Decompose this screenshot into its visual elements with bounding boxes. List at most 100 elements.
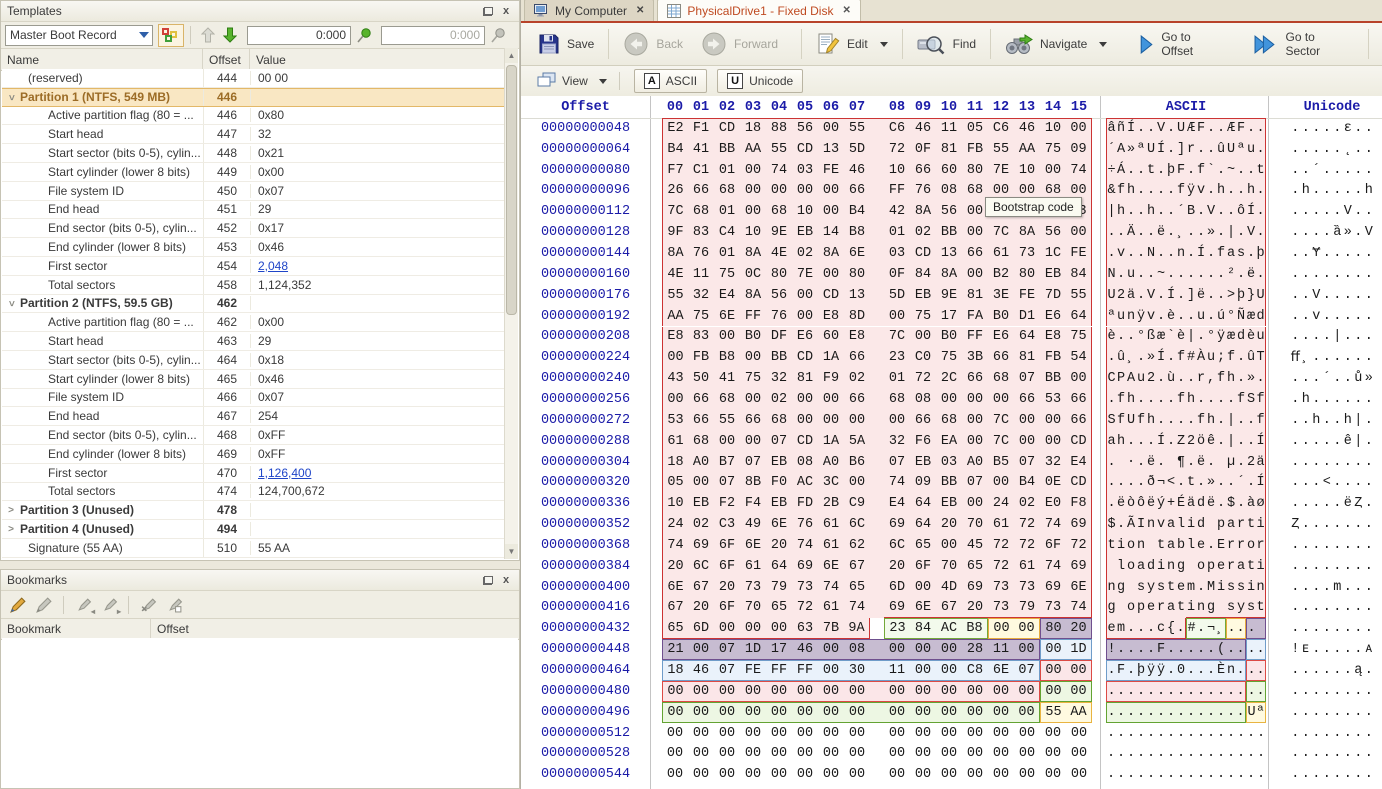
ascii-char-cell[interactable]: . (1186, 452, 1196, 473)
unicode-char-cell[interactable]: . (1290, 452, 1301, 473)
unicode-char-cell[interactable]: . (1364, 618, 1375, 639)
ascii-char-cell[interactable]: . (1156, 389, 1166, 410)
unicode-char-cell[interactable]: . (1364, 431, 1375, 452)
ascii-char-cell[interactable]: . (1206, 744, 1216, 765)
unicode-char-cell[interactable]: . (1290, 702, 1301, 723)
hex-byte-cell[interactable]: 8A (662, 243, 688, 264)
hex-byte-cell[interactable]: 00 (740, 181, 766, 202)
ascii-char-cell[interactable]: B (1186, 201, 1196, 222)
ascii-char-cell[interactable]: . (1186, 702, 1196, 723)
unicode-char-cell[interactable]: . (1311, 472, 1322, 493)
ascii-char-cell[interactable]: . (1256, 681, 1266, 702)
hex-byte-cell[interactable]: 10 (1040, 118, 1066, 139)
hex-byte-cell[interactable]: 9F (662, 222, 688, 243)
ascii-char-cell[interactable]: . (1186, 764, 1196, 785)
hex-byte-cell[interactable]: FB (962, 139, 988, 160)
ascii-char-cell[interactable]: . (1126, 681, 1136, 702)
unicode-char-cell[interactable]: . (1353, 618, 1364, 639)
hex-byte-cell[interactable]: 00 (962, 431, 988, 452)
hex-byte-cell[interactable]: 13 (936, 243, 962, 264)
ascii-char-cell[interactable]: . (1186, 639, 1196, 660)
ascii-char-cell[interactable]: . (1166, 201, 1176, 222)
ascii-char-cell[interactable]: f (1226, 347, 1236, 368)
unicode-char-cell[interactable]: . (1364, 410, 1375, 431)
unicode-char-cell[interactable]: . (1343, 723, 1354, 744)
ascii-char-cell[interactable]: Æ (1186, 118, 1196, 139)
unicode-char-cell[interactable]: . (1343, 618, 1354, 639)
unicode-char-cell[interactable]: . (1322, 660, 1333, 681)
unicode-char-cell[interactable]: . (1343, 535, 1354, 556)
hex-byte-cell[interactable]: 76 (766, 306, 792, 327)
ascii-char-cell[interactable]: . (1116, 222, 1126, 243)
hex-byte-cell[interactable]: EB (936, 493, 962, 514)
hex-byte-cell[interactable]: 61 (818, 514, 844, 535)
hex-byte-cell[interactable]: 66 (688, 181, 714, 202)
ascii-char-cell[interactable]: . (1136, 472, 1146, 493)
hex-byte-cell[interactable]: 00 (688, 702, 714, 723)
ascii-char-cell[interactable]: . (1106, 702, 1116, 723)
unicode-char-cell[interactable]: . (1311, 514, 1322, 535)
hex-byte-cell[interactable]: 00 (1066, 118, 1092, 139)
ascii-char-cell[interactable]: . (1236, 160, 1246, 181)
hex-byte-cell[interactable]: 17 (766, 639, 792, 660)
hex-byte-cell[interactable]: EB (792, 222, 818, 243)
ascii-char-cell[interactable]: . (1156, 702, 1166, 723)
expand-icon[interactable]: > (2, 524, 20, 535)
hex-byte-cell[interactable]: 72 (988, 535, 1014, 556)
hex-byte-cell[interactable]: B5 (988, 452, 1014, 473)
hex-byte-cell[interactable]: 9E (766, 222, 792, 243)
unicode-char-cell[interactable]: . (1364, 723, 1375, 744)
template-row[interactable]: File system ID4660x07 (2, 389, 505, 408)
unicode-char-cell[interactable]: . (1322, 702, 1333, 723)
hex-byte-cell[interactable]: B4 (844, 201, 870, 222)
unicode-char-cell[interactable]: . (1353, 243, 1364, 264)
unicode-char-cell[interactable]: . (1290, 118, 1301, 139)
hex-byte-cell[interactable]: 11 (936, 118, 962, 139)
ascii-char-cell[interactable]: . (1126, 160, 1136, 181)
hex-byte-cell[interactable]: 75 (910, 306, 936, 327)
ascii-char-cell[interactable]: . (1226, 639, 1236, 660)
tab-my-computer[interactable]: My Computer ✕ (524, 0, 654, 21)
hex-byte-cell[interactable]: 72 (988, 556, 1014, 577)
unicode-char-cell[interactable]: ů (1353, 368, 1364, 389)
hex-byte-cell[interactable]: 00 (962, 744, 988, 765)
unicode-char-cell[interactable]: . (1290, 222, 1301, 243)
hex-byte-cell[interactable]: 00 (766, 764, 792, 785)
hex-byte-cell[interactable]: 00 (936, 723, 962, 744)
unicode-char-cell[interactable]: . (1290, 243, 1301, 264)
template-offset-input-2[interactable]: 0:000 (381, 26, 485, 45)
templates-scrollbar[interactable]: ▲ ▼ (504, 48, 518, 559)
ascii-char-cell[interactable]: h (1146, 410, 1156, 431)
unicode-char-cell[interactable]: ԑ (1343, 118, 1354, 139)
unicode-char-cell[interactable]: . (1301, 598, 1312, 619)
hex-byte-cell[interactable]: 8A (818, 243, 844, 264)
ascii-char-cell[interactable]: . (1136, 431, 1146, 452)
ascii-char-cell[interactable]: . (1176, 723, 1186, 744)
ascii-char-cell[interactable]: f (1176, 181, 1186, 202)
unicode-char-cell[interactable]: . (1301, 493, 1312, 514)
hex-byte-cell[interactable]: 00 (1040, 723, 1066, 744)
ascii-char-cell[interactable]: f (1136, 410, 1146, 431)
ascii-char-cell[interactable]: U (1126, 410, 1136, 431)
hex-byte-cell[interactable]: 00 (792, 306, 818, 327)
ascii-char-cell[interactable]: . (1176, 681, 1186, 702)
ascii-char-cell[interactable]: a (1106, 431, 1116, 452)
hex-byte-cell[interactable]: 00 (792, 389, 818, 410)
hex-byte-cell[interactable]: 32 (766, 368, 792, 389)
template-row[interactable]: >Partition 2 (NTFS, 59.5 GB)462 (2, 295, 505, 314)
ascii-char-cell[interactable]: m (1116, 618, 1126, 639)
ascii-char-cell[interactable]: V (1156, 118, 1166, 139)
ascii-char-cell[interactable]: . (1166, 681, 1176, 702)
ascii-char-cell[interactable]: . (1256, 201, 1266, 222)
add-bookmark-button[interactable] (5, 593, 31, 616)
hex-byte-cell[interactable]: 13 (844, 285, 870, 306)
ascii-char-cell[interactable]: . (1236, 764, 1246, 785)
unicode-char-cell[interactable]: . (1301, 723, 1312, 744)
unicode-char-cell[interactable]: . (1332, 368, 1343, 389)
hex-byte-cell[interactable]: 81 (936, 139, 962, 160)
unicode-char-cell[interactable]: ê (1343, 431, 1354, 452)
ascii-char-cell[interactable]: r (1196, 368, 1206, 389)
hex-byte-cell[interactable]: 73 (1014, 243, 1040, 264)
ascii-char-cell[interactable]: h (1186, 389, 1196, 410)
unicode-char-cell[interactable]: . (1290, 431, 1301, 452)
